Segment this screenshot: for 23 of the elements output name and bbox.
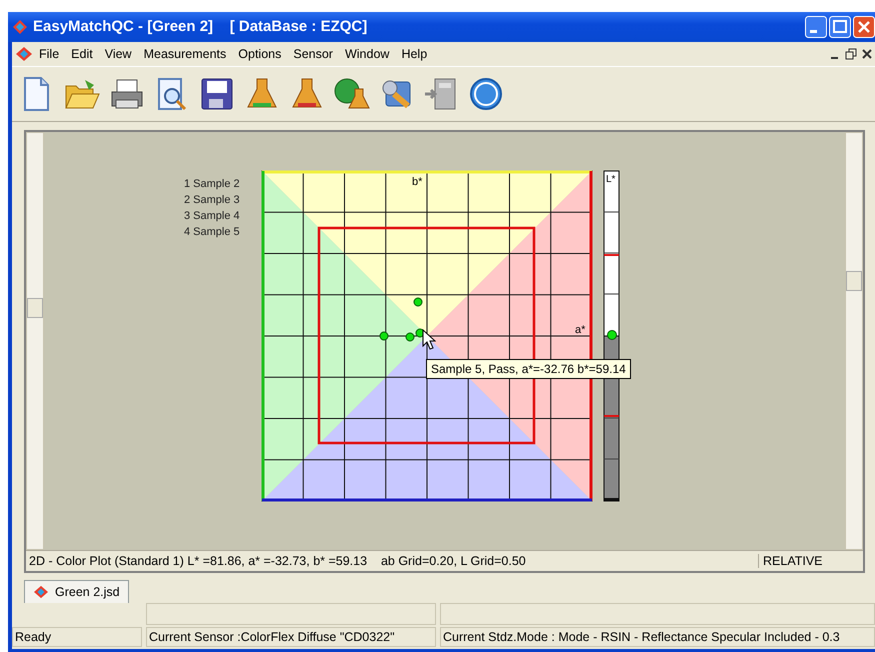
menu-item[interactable]: File (33, 44, 66, 63)
axis-label: b* (412, 176, 422, 188)
menu-item[interactable]: Sensor (287, 44, 339, 63)
plot-status-text: 2D - Color Plot (Standard 1) L* =81.86, a* =-32.73, b* =59.13 ab Grid=0.20, L Grid=0.50 (28, 554, 527, 568)
legend-item: 1 Sample 2 (184, 178, 240, 190)
menu-item[interactable]: View (98, 44, 138, 63)
window-title: EasyMatchQC - [Green 2] [ DataBase : EZQC] (33, 18, 368, 36)
legend-item: 2 Sample 3 (184, 194, 240, 206)
legend-item: 3 Sample 4 (184, 210, 240, 222)
document-tab[interactable]: Green 2.jsd (24, 580, 129, 603)
menu-item[interactable]: Window (338, 44, 396, 63)
tooltip: Sample 5, Pass, a*=-32.76 b*=59.14 (426, 358, 631, 379)
status-text: Current Sensor :ColorFlex Diffuse "CD0322" (146, 627, 436, 647)
status-text: Current Stdz.Mode : Mode - RSIN - Reflectance Specular Included - 0.3 (440, 627, 875, 647)
menu-item[interactable]: Edit (65, 44, 99, 63)
legend-item: 4 Sample 5 (184, 226, 240, 238)
menu-item[interactable]: Options (232, 44, 288, 63)
menu-item[interactable]: Help (395, 44, 434, 63)
menu-item[interactable]: Measurements (138, 44, 232, 63)
mode-label: RELATIVE (758, 554, 863, 568)
status-text: Ready (12, 627, 142, 647)
axis-label: L* (606, 174, 616, 185)
axis-label: a* (574, 324, 586, 336)
